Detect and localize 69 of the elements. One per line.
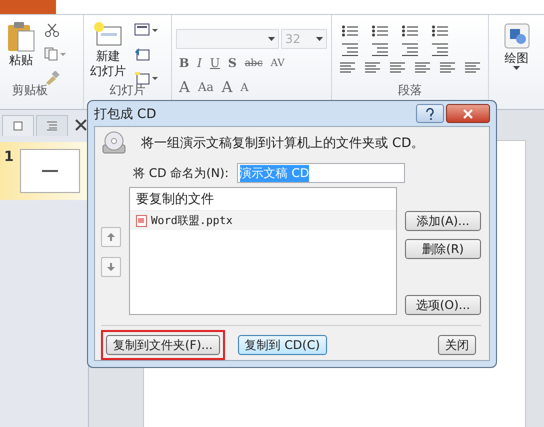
dialog-button[interactable]: 删除(R) <box>405 239 481 259</box>
file-item[interactable]: Word联盟.pptx <box>130 211 396 230</box>
caret-icon <box>316 37 323 41</box>
slides-tab[interactable] <box>2 115 34 136</box>
group-label: 幻灯片 <box>108 83 146 97</box>
section-icon <box>134 71 158 85</box>
list-icon <box>402 25 418 37</box>
list-icon <box>432 25 448 37</box>
close-button[interactable] <box>446 104 490 123</box>
cd-name-field[interactable]: 演示文稿 CD <box>236 163 405 183</box>
outline-icon <box>46 121 58 131</box>
clipboard-icon <box>6 21 36 53</box>
layout-icon <box>134 23 158 37</box>
format-button[interactable]: abc <box>242 53 266 73</box>
format-painter-icon <box>44 71 60 85</box>
list-icon <box>342 25 358 37</box>
dialog-button[interactable]: 复制到文件夹(F)... <box>106 335 220 355</box>
slide-icon <box>13 121 23 131</box>
drawing-button[interactable]: 绘图 <box>493 19 540 72</box>
help-button[interactable] <box>416 104 444 123</box>
copy-icon <box>44 47 66 61</box>
align-icon <box>390 62 405 73</box>
dialog-button[interactable]: 复制到 CD(C) <box>238 335 327 355</box>
caret-icon <box>513 66 520 70</box>
format-button[interactable]: S <box>225 53 240 73</box>
dialog-button[interactable]: 添加(A)... <box>405 211 481 231</box>
help-icon <box>425 108 435 120</box>
format-button[interactable]: A <box>238 77 252 97</box>
move-down-button[interactable] <box>101 257 121 277</box>
shapes-icon <box>502 21 532 51</box>
format-button[interactable]: A <box>218 77 236 97</box>
paste-button[interactable]: 粘贴 <box>4 19 38 85</box>
indent-icon <box>402 43 418 56</box>
align-icon <box>440 62 455 73</box>
group-label: 段落 <box>397 83 423 97</box>
description-text: 将一组演示文稿复制到计算机上的文件夹或 CD。 <box>141 135 424 152</box>
align-icon <box>365 62 380 73</box>
format-button[interactable]: AV <box>268 53 288 73</box>
up-arrow-icon <box>106 232 116 242</box>
dialog-button[interactable]: 选项(O)... <box>405 295 481 315</box>
align-icon <box>415 62 430 73</box>
format-button[interactable]: I <box>194 53 205 73</box>
close-icon <box>463 108 473 118</box>
cd-drive-icon <box>101 131 127 155</box>
outline-tab[interactable] <box>36 115 68 136</box>
list-header: 要复制的文件 <box>136 192 214 207</box>
indent-icon <box>432 43 448 56</box>
format-button[interactable]: Aa <box>194 77 217 97</box>
dialog-button[interactable]: 关闭 <box>438 335 476 355</box>
indent-icon <box>372 43 388 56</box>
format-button[interactable]: A <box>176 77 193 97</box>
down-arrow-icon <box>106 262 116 272</box>
slide-thumbnail-item[interactable]: 1 <box>0 142 88 200</box>
move-up-button[interactable] <box>101 227 121 247</box>
align-icon <box>340 62 355 73</box>
format-button[interactable]: U <box>206 53 224 73</box>
align-icon <box>465 62 480 73</box>
dialog-title: 打包成 CD <box>94 106 156 122</box>
scissors-icon <box>44 23 60 37</box>
list-icon <box>372 25 388 37</box>
name-label: 将 CD 命名为(N): <box>133 164 229 182</box>
group-label: 剪贴板 <box>12 83 49 97</box>
indent-icon <box>342 43 358 56</box>
reset-icon <box>134 47 150 61</box>
close-icon[interactable] <box>74 118 88 132</box>
presentation-file-icon <box>136 214 147 226</box>
format-button[interactable]: B <box>176 53 192 73</box>
new-slide-button[interactable]: 新建 幻灯片 <box>88 19 128 85</box>
caret-icon <box>268 37 276 41</box>
